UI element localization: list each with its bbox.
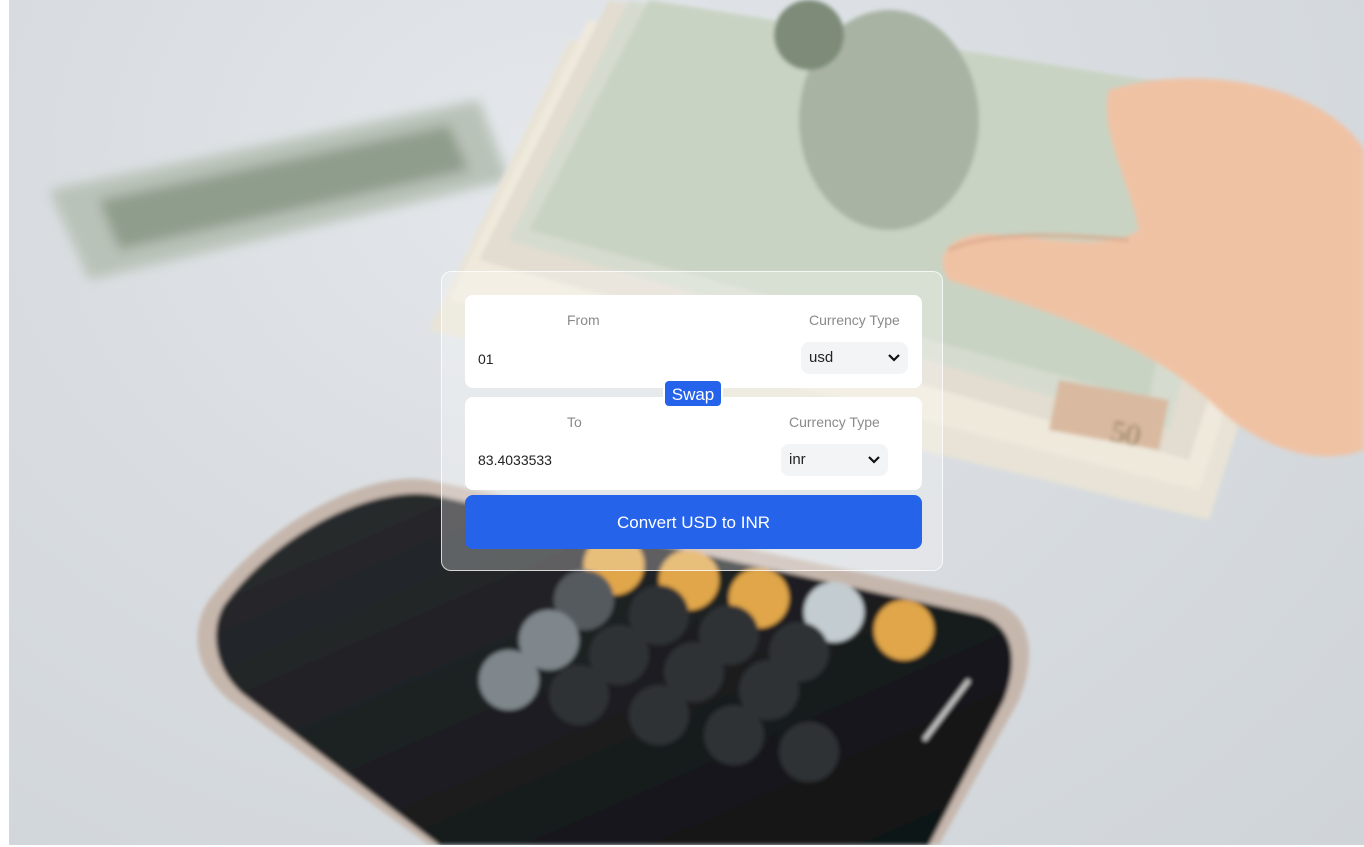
to-currency-type-label: Currency Type — [789, 414, 880, 430]
convert-button[interactable]: Convert USD to INR — [465, 495, 922, 549]
from-label: From — [567, 312, 600, 328]
from-currency-select[interactable]: usd — [801, 342, 908, 374]
from-card: From Currency Type usd — [465, 295, 922, 388]
chevron-down-icon — [868, 456, 880, 464]
swap-button[interactable]: Swap — [663, 379, 723, 408]
to-label: To — [567, 414, 582, 430]
from-amount-input[interactable] — [478, 349, 728, 369]
from-currency-type-label: Currency Type — [809, 312, 900, 328]
to-currency-value: inr — [789, 451, 806, 468]
to-amount-input[interactable] — [478, 450, 728, 470]
to-currency-select[interactable]: inr — [781, 444, 888, 476]
chevron-down-icon — [888, 354, 900, 362]
to-card: To Currency Type inr — [465, 397, 922, 490]
from-currency-value: usd — [809, 349, 834, 366]
